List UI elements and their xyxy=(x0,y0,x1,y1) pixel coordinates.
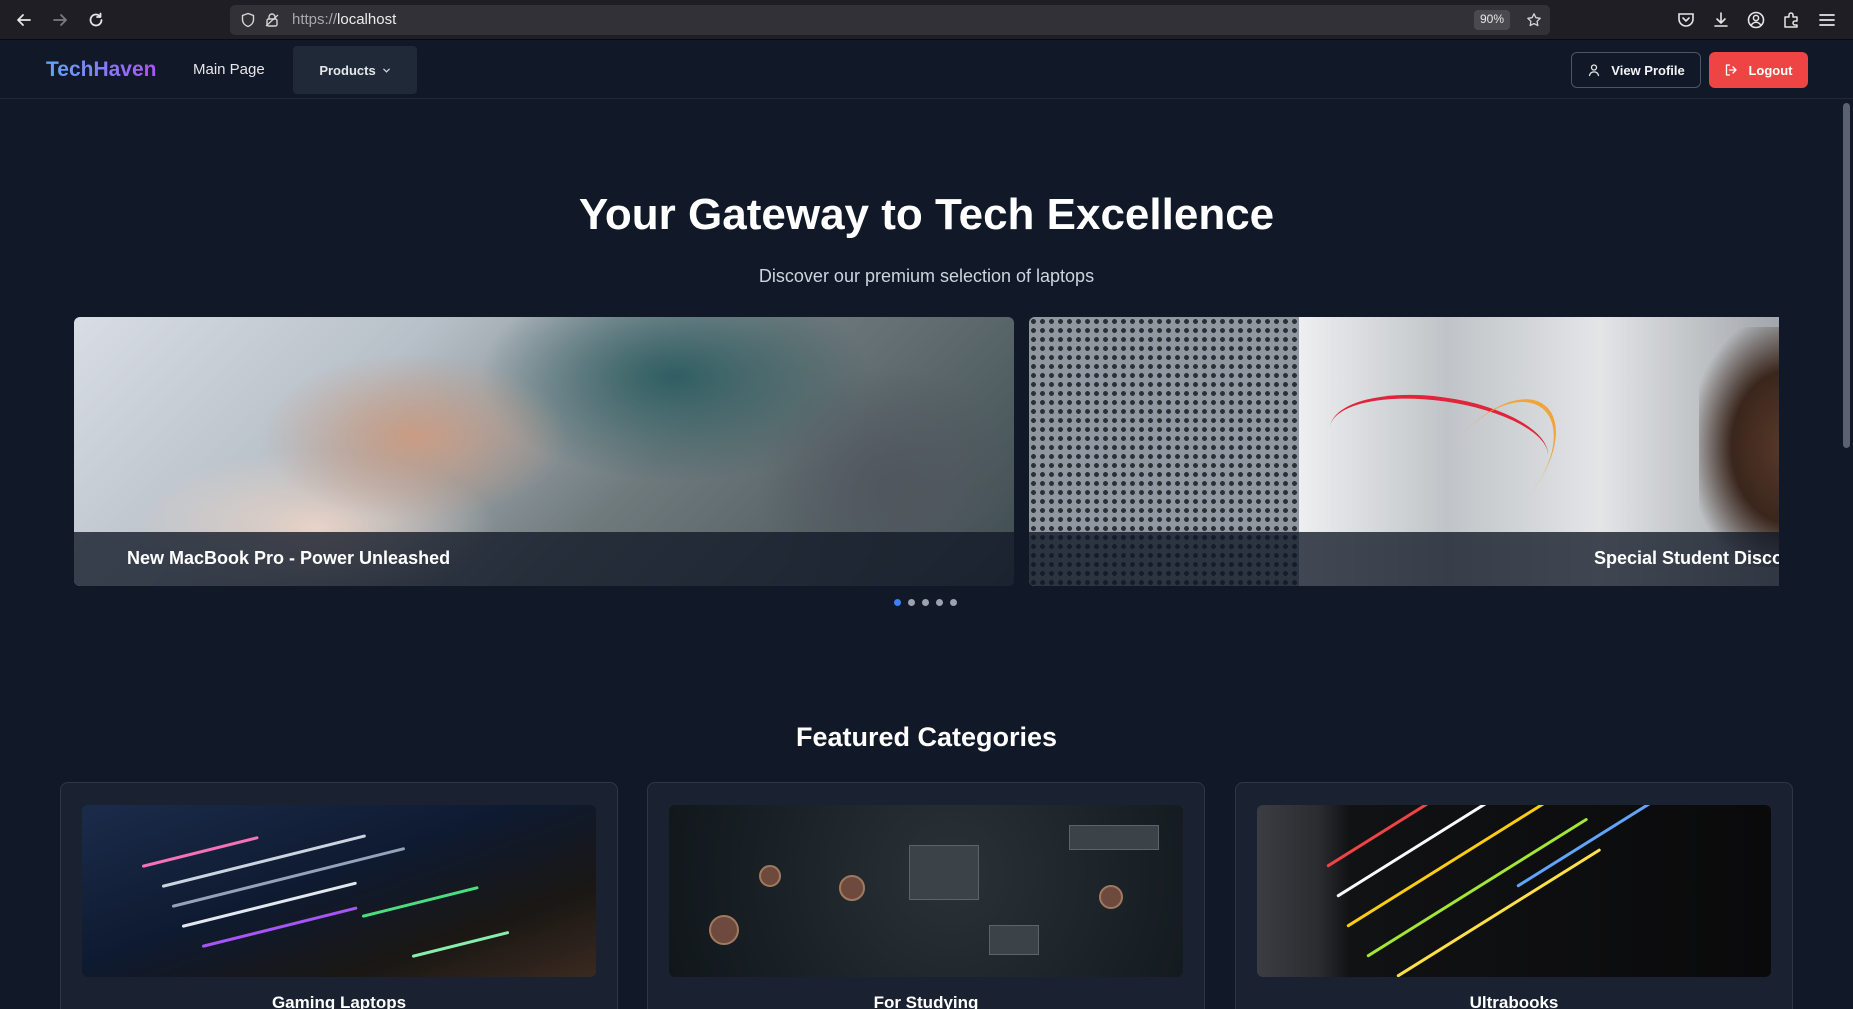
image-detail xyxy=(411,930,510,958)
carousel-slide[interactable]: New MacBook Pro - Power Unleashed xyxy=(74,317,1014,586)
browser-toolbar: https://localhost 90% xyxy=(0,0,1853,40)
logout-label: Logout xyxy=(1748,62,1793,78)
image-detail xyxy=(161,834,367,888)
slide-caption: New MacBook Pro - Power Unleashed xyxy=(127,548,451,568)
back-arrow-icon[interactable] xyxy=(12,8,36,32)
category-image xyxy=(669,805,1183,977)
address-bar[interactable]: https://localhost 90% xyxy=(230,5,1550,35)
download-icon[interactable] xyxy=(1711,10,1731,30)
image-detail xyxy=(201,906,358,948)
pocket-icon[interactable] xyxy=(1676,10,1696,30)
image-detail xyxy=(1366,817,1589,958)
url-host: localhost xyxy=(337,11,397,28)
menu-icon[interactable] xyxy=(1817,10,1837,30)
category-card-gaming-laptops[interactable]: Gaming Laptops xyxy=(60,782,618,1009)
image-detail xyxy=(1099,885,1123,909)
lock-icon[interactable] xyxy=(264,12,280,28)
zoom-indicator[interactable]: 90% xyxy=(1473,10,1510,30)
reload-icon[interactable] xyxy=(84,8,108,32)
url-scheme: https:// xyxy=(292,11,338,28)
carousel-dots xyxy=(894,599,957,606)
image-detail xyxy=(181,881,358,928)
products-label: Products xyxy=(319,62,376,78)
carousel-dot[interactable] xyxy=(936,599,943,606)
slide-image-detail xyxy=(1699,327,1779,567)
image-detail xyxy=(709,915,739,945)
category-image xyxy=(82,805,596,977)
carousel-slide[interactable]: Special Student Disco xyxy=(1029,317,1779,586)
image-detail xyxy=(909,845,979,900)
image-detail xyxy=(141,836,259,868)
image-detail xyxy=(989,925,1039,955)
brand-logo[interactable]: TechHaven xyxy=(46,58,157,82)
image-detail xyxy=(361,886,479,918)
carousel-dot[interactable] xyxy=(950,599,957,606)
url-text[interactable]: https://localhost xyxy=(292,11,396,28)
image-detail xyxy=(1336,805,1516,898)
hero-title: Your Gateway to Tech Excellence xyxy=(578,190,1275,239)
products-dropdown-button[interactable]: Products xyxy=(293,46,417,94)
caption-bar: New MacBook Pro - Power Unleashed xyxy=(74,532,1014,586)
category-image xyxy=(1257,805,1771,977)
image-detail xyxy=(1069,825,1159,850)
hero-subtitle: Discover our premium selection of laptop… xyxy=(758,266,1095,286)
category-label: For Studying xyxy=(873,993,979,1009)
category-card-for-studying[interactable]: For Studying xyxy=(647,782,1205,1009)
category-label: Ultrabooks xyxy=(1469,993,1559,1009)
chevron-down-icon xyxy=(382,68,390,73)
site-header: TechHaven Main Page Products View Profil… xyxy=(0,40,1853,99)
section-title: Featured Categories xyxy=(795,722,1058,752)
carousel-dot[interactable] xyxy=(908,599,915,606)
user-icon xyxy=(1589,64,1600,77)
caption-bar: Special Student Disco xyxy=(1029,532,1779,586)
nav-main-page-link[interactable]: Main Page xyxy=(193,61,265,78)
carousel-dot[interactable] xyxy=(922,599,929,606)
extensions-icon[interactable] xyxy=(1781,10,1801,30)
carousel-dot[interactable] xyxy=(894,599,901,606)
category-label: Gaming Laptops xyxy=(271,993,407,1009)
image-detail xyxy=(1396,848,1602,977)
view-profile-button[interactable]: View Profile xyxy=(1571,52,1701,88)
star-icon[interactable] xyxy=(1526,12,1542,28)
shield-icon[interactable] xyxy=(240,12,256,28)
logout-button[interactable]: Logout xyxy=(1709,52,1808,88)
category-card-ultrabooks[interactable]: Ultrabooks xyxy=(1235,782,1793,1009)
view-profile-label: View Profile xyxy=(1611,62,1685,78)
image-detail xyxy=(759,865,781,887)
image-detail xyxy=(839,875,865,901)
forward-arrow-icon[interactable] xyxy=(48,8,72,32)
logout-icon xyxy=(1726,64,1738,76)
promo-carousel[interactable]: New MacBook Pro - Power Unleashed Specia… xyxy=(74,317,1779,586)
account-icon[interactable] xyxy=(1746,10,1766,30)
slide-caption: Special Student Disco xyxy=(1594,548,1779,568)
